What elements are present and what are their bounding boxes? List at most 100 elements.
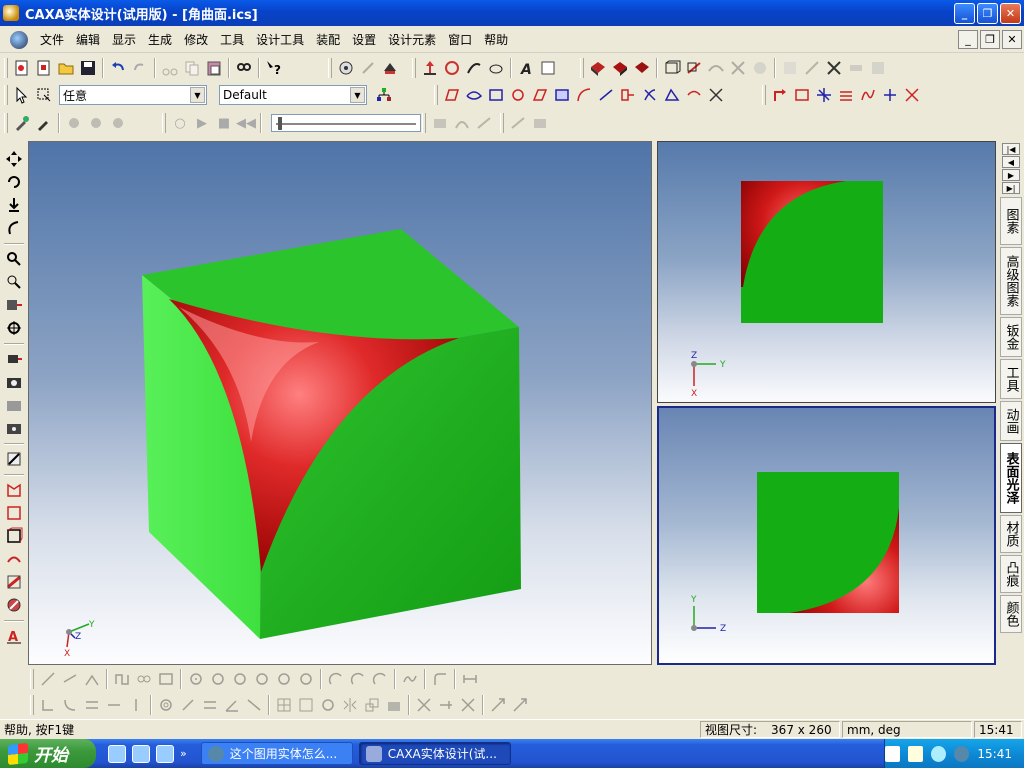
stamp-icon[interactable] bbox=[383, 694, 405, 716]
arc-icon[interactable] bbox=[325, 668, 347, 690]
anim-3-icon[interactable] bbox=[107, 112, 129, 134]
layers-icon[interactable] bbox=[835, 84, 857, 106]
copy-icon[interactable] bbox=[181, 57, 203, 79]
circle-center-icon[interactable] bbox=[185, 668, 207, 690]
rotate-icon[interactable] bbox=[3, 171, 25, 193]
light-icon[interactable] bbox=[357, 57, 379, 79]
delete-surface-icon[interactable] bbox=[901, 84, 923, 106]
sweep-icon[interactable] bbox=[507, 84, 529, 106]
polyline-icon[interactable] bbox=[111, 668, 133, 690]
play-icon[interactable]: ▶ bbox=[191, 112, 213, 134]
polygon-icon[interactable] bbox=[295, 668, 317, 690]
main-3d-viewport[interactable]: Y Z X bbox=[28, 141, 652, 665]
bspline-icon[interactable] bbox=[399, 668, 421, 690]
text-tool-icon[interactable]: A bbox=[3, 625, 25, 647]
doc-restore-button[interactable]: ❐ bbox=[980, 30, 1000, 49]
rectangle-icon[interactable] bbox=[155, 668, 177, 690]
filter-select[interactable]: 任意 ▼ bbox=[59, 85, 207, 105]
zoom-icon[interactable] bbox=[3, 248, 25, 270]
pipette-icon[interactable] bbox=[33, 112, 55, 134]
offset-icon[interactable] bbox=[595, 84, 617, 106]
start-button[interactable]: 开始 bbox=[0, 739, 96, 768]
menu-help[interactable]: 帮助 bbox=[478, 31, 514, 48]
link-icon[interactable] bbox=[177, 694, 199, 716]
camera-3-icon[interactable] bbox=[473, 112, 495, 134]
slope-icon[interactable] bbox=[243, 694, 265, 716]
blend-icon[interactable] bbox=[485, 84, 507, 106]
view-point-icon[interactable] bbox=[3, 348, 25, 370]
grid-icon[interactable] bbox=[295, 694, 317, 716]
fillet-sketch-icon[interactable] bbox=[429, 668, 451, 690]
project-icon[interactable] bbox=[103, 694, 125, 716]
dimension-icon[interactable] bbox=[459, 668, 481, 690]
circle-tangent-icon[interactable] bbox=[251, 668, 273, 690]
point-icon[interactable] bbox=[879, 84, 901, 106]
arc-tangent-icon[interactable] bbox=[369, 668, 391, 690]
menu-file[interactable]: 文件 bbox=[34, 31, 70, 48]
tab-animation[interactable]: 动画 bbox=[1000, 401, 1022, 441]
doc-close-button[interactable]: ✕ bbox=[1002, 30, 1022, 49]
rotate-view-icon[interactable] bbox=[441, 57, 463, 79]
menu-tools[interactable]: 工具 bbox=[214, 31, 250, 48]
rewind-icon[interactable]: ◀◀ bbox=[235, 112, 257, 134]
paint-icon[interactable] bbox=[379, 57, 401, 79]
shaded-edges-icon[interactable] bbox=[609, 57, 631, 79]
camera-1-icon[interactable] bbox=[429, 112, 451, 134]
document-icon[interactable] bbox=[10, 30, 28, 49]
divider-icon[interactable] bbox=[125, 694, 147, 716]
loft-icon[interactable] bbox=[529, 84, 551, 106]
keyboard-icon[interactable] bbox=[885, 745, 901, 762]
undo-icon[interactable] bbox=[107, 57, 129, 79]
top-view-viewport[interactable]: Z Y X bbox=[657, 141, 996, 403]
extend-sketch-icon[interactable] bbox=[435, 694, 457, 716]
check-icon[interactable] bbox=[867, 57, 889, 79]
new-design-icon[interactable] bbox=[11, 57, 33, 79]
select-arrow-icon[interactable] bbox=[11, 84, 33, 106]
fill-icon[interactable] bbox=[661, 84, 683, 106]
tab-emboss[interactable]: 凸痕 bbox=[1000, 555, 1022, 593]
tab-surface-finish[interactable]: 表面光泽 bbox=[1000, 443, 1022, 513]
circle-2pt-icon[interactable] bbox=[207, 668, 229, 690]
eyedropper-icon[interactable] bbox=[11, 112, 33, 134]
revolve-icon[interactable] bbox=[3, 525, 25, 547]
parallel-icon[interactable] bbox=[199, 694, 221, 716]
animation-slider[interactable] bbox=[271, 114, 421, 132]
style-select[interactable]: Default ▼ bbox=[219, 85, 367, 105]
camera-4-icon[interactable] bbox=[507, 112, 529, 134]
context-help-icon[interactable]: ? bbox=[263, 57, 285, 79]
open-folder-icon[interactable] bbox=[55, 57, 77, 79]
pan-icon[interactable] bbox=[3, 148, 25, 170]
arrow-up-icon[interactable] bbox=[769, 84, 791, 106]
render-icon[interactable] bbox=[335, 57, 357, 79]
offset-sketch-icon[interactable] bbox=[81, 694, 103, 716]
construction-circle-icon[interactable] bbox=[155, 694, 177, 716]
smooth-icon[interactable] bbox=[705, 57, 727, 79]
outlook-icon[interactable] bbox=[132, 744, 150, 763]
front-view-viewport[interactable]: Y Z bbox=[657, 406, 996, 665]
tab-last-icon[interactable]: ▶| bbox=[1002, 182, 1020, 194]
star-icon[interactable] bbox=[813, 84, 835, 106]
anim-1-icon[interactable] bbox=[63, 112, 85, 134]
restore-button[interactable]: ❐ bbox=[977, 3, 998, 24]
fillet-corner-icon[interactable] bbox=[59, 694, 81, 716]
shaded-icon[interactable] bbox=[587, 57, 609, 79]
assembly-tree-icon[interactable] bbox=[373, 84, 395, 106]
tab-first-icon[interactable]: |◀ bbox=[1002, 143, 1020, 155]
redo-icon[interactable] bbox=[129, 57, 151, 79]
menu-design-elements[interactable]: 设计元素 bbox=[382, 31, 442, 48]
maxthon-tray-icon[interactable] bbox=[954, 745, 970, 762]
fix-icon[interactable] bbox=[509, 694, 531, 716]
mesh-icon[interactable] bbox=[727, 57, 749, 79]
tools-icon[interactable] bbox=[823, 57, 845, 79]
bisector-icon[interactable] bbox=[81, 668, 103, 690]
insert-icon[interactable] bbox=[537, 57, 559, 79]
angle-icon[interactable] bbox=[221, 694, 243, 716]
doc-minimize-button[interactable]: _ bbox=[958, 30, 978, 49]
arrow-tray-icon[interactable] bbox=[931, 745, 947, 762]
trim-sketch-icon[interactable] bbox=[413, 694, 435, 716]
line-icon[interactable] bbox=[37, 668, 59, 690]
camera-icon[interactable] bbox=[3, 371, 25, 393]
face-icon[interactable] bbox=[441, 84, 463, 106]
arc-3pt-icon[interactable] bbox=[347, 668, 369, 690]
menu-display[interactable]: 显示 bbox=[106, 31, 142, 48]
